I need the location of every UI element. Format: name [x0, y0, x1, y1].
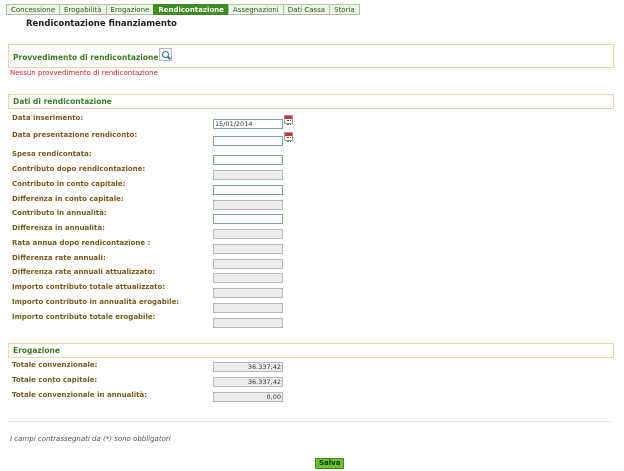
required-note: I campi contrassegnati da (*) sono obbli…	[10, 435, 171, 443]
label-differenza-in-conto-capitale: Differenza in conto capitale:	[12, 195, 124, 203]
label-totale-convenzionale-in-annualita: Totale convenzionale in annualità:	[12, 391, 148, 399]
tab-rendicontazione[interactable]: Rendicontazione	[153, 4, 228, 15]
contributo-in-conto-capitale-field[interactable]	[213, 185, 283, 195]
data-presentazione-rendiconto-field[interactable]	[213, 136, 283, 146]
label-differenza-rate-annuali: Differenza rate annuali:	[12, 254, 106, 262]
label-contributo-in-annualita: Contributo in annualità:	[12, 209, 107, 217]
differenza-in-conto-capitale-field	[213, 200, 283, 210]
save-button[interactable]: Salva	[315, 458, 345, 469]
provvedimento-error: Nessun provvedimento di rendicontazione	[10, 69, 158, 77]
dati-section-header: Dati di rendicontazione	[8, 94, 614, 109]
tab-concessione[interactable]: Concessione	[6, 4, 60, 15]
tab-bar: Concessione Erogabilità Erogazione Rendi…	[6, 4, 360, 15]
label-differenza-in-annualita: Differenza in annualità:	[12, 224, 105, 232]
erogazione-title: Erogazione	[13, 346, 60, 355]
tab-storia[interactable]: Storia	[329, 4, 360, 15]
label-data-presentazione-rendiconto: Data presentazione rendiconto:	[12, 131, 138, 139]
rata-annua-dopo-rendicontazione-field	[213, 244, 283, 254]
differenza-rate-annuali-field	[213, 259, 283, 269]
contributo-in-annualita-field[interactable]	[213, 214, 283, 224]
label-differenza-rate-annuali-attualizzato: Differenza rate annuali attualizzato:	[12, 268, 156, 276]
label-totale-conto-capitale: Totale conto capitale:	[12, 376, 98, 384]
label-contributo-dopo-rendicontazione: Contributo dopo rendicontazione:	[12, 165, 146, 173]
search-provvedimento-icon[interactable]	[159, 48, 172, 61]
label-importo-contributo-totale-attualizzato: Importo contributo totale attualizzato:	[12, 283, 166, 291]
divider	[8, 421, 612, 422]
dati-title: Dati di rendicontazione	[13, 97, 112, 106]
differenza-in-annualita-field	[213, 229, 283, 239]
tab-erogazione[interactable]: Erogazione	[105, 4, 154, 15]
data-inserimento-field[interactable]: 15/01/2014	[213, 119, 283, 129]
differenza-rate-annuali-attualizzato-field	[213, 273, 283, 283]
totale-convenzionale-in-annualita-value: 0,00	[213, 392, 283, 402]
provvedimento-title: Provvedimento di rendicontazione (*)	[13, 53, 172, 62]
importo-contributo-totale-erogabile-field	[213, 318, 283, 328]
label-contributo-in-conto-capitale: Contributo in conto capitale:	[12, 180, 126, 188]
tab-assegnazioni[interactable]: Assegnazioni	[227, 4, 283, 15]
provvedimento-section: Provvedimento di rendicontazione (*)	[8, 44, 614, 68]
contributo-dopo-rendicontazione-field	[213, 170, 283, 180]
spesa-rendicontata-field[interactable]	[213, 155, 283, 165]
importo-contributo-in-annualita-erogabile-field	[213, 303, 283, 313]
tab-dati-cassa[interactable]: Dati Cassa	[282, 4, 330, 15]
calendar-icon[interactable]	[284, 115, 293, 125]
totale-convenzionale-value: 36.337,42	[213, 362, 283, 372]
calendar-icon[interactable]	[284, 132, 293, 142]
label-importo-contributo-in-annualita-erogabile: Importo contributo in annualità erogabil…	[12, 298, 180, 306]
label-totale-convenzionale: Totale convenzionale:	[12, 361, 98, 369]
label-rata-annua-dopo-rendicontazione: Rata annua dopo rendicontazione :	[12, 239, 151, 247]
importo-contributo-totale-attualizzato-field	[213, 288, 283, 298]
label-data-inserimento: Data inserimento:	[12, 114, 84, 122]
erogazione-section-header: Erogazione	[8, 343, 614, 358]
totale-conto-capitale-value: 36.337,42	[213, 377, 283, 387]
page-title: Rendicontazione finanziamento	[26, 19, 177, 29]
tab-erogabilita[interactable]: Erogabilità	[59, 4, 106, 15]
label-spesa-rendicontata: Spesa rendicontata:	[12, 150, 92, 158]
label-importo-contributo-totale-erogabile: Importo contributo totale erogabile:	[12, 313, 156, 321]
